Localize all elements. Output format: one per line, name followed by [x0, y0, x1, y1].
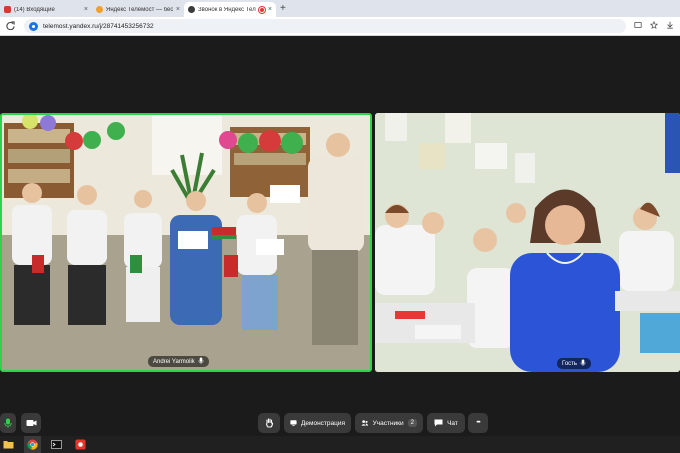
record-app-icon — [75, 439, 86, 450]
call-stage: Andrei Yarmolik Гость — [0, 36, 680, 436]
more-options-icon: ••• — [476, 420, 480, 426]
camera-icon — [26, 420, 36, 426]
address-bar: telemost.yandex.ru/j/28741453256732 — [0, 17, 680, 36]
gmail-favicon-icon — [4, 6, 11, 13]
more-options-button[interactable]: ••• — [468, 413, 488, 433]
mic-icon — [4, 418, 12, 428]
participants-icon — [361, 420, 369, 426]
bookmark-star-icon[interactable] — [649, 20, 659, 31]
participant-video — [375, 113, 680, 372]
raise-hand-button[interactable] — [258, 413, 280, 433]
taskbar-terminal[interactable] — [48, 436, 65, 453]
screen-share-button[interactable]: Демонстрация — [284, 413, 351, 433]
close-tab-icon[interactable]: × — [84, 6, 88, 13]
mic-icon — [580, 359, 586, 368]
telemost-favicon-icon — [188, 6, 195, 13]
taskbar-file-explorer[interactable] — [0, 436, 17, 453]
camera-button[interactable] — [21, 413, 41, 433]
participant-name-badge: Гость — [557, 358, 592, 369]
url-text: telemost.yandex.ru/j/28741453256732 — [43, 22, 154, 30]
browser-tab-telemost-info[interactable]: Яндекс Телемост — бесплатн… × — [92, 2, 184, 17]
chat-button[interactable]: Чат — [427, 413, 465, 433]
participant-video-tile[interactable]: Andrei Yarmolik — [0, 113, 372, 372]
participant-name: Гость — [562, 360, 578, 367]
hand-icon — [265, 418, 273, 428]
download-icon[interactable] — [666, 21, 674, 31]
taskbar-recorder[interactable] — [72, 436, 89, 453]
terminal-icon — [51, 440, 62, 449]
yandex-favicon-icon — [96, 6, 103, 13]
participants-label: Участники — [372, 419, 404, 427]
participant-name-badge: Andrei Yarmolik — [148, 356, 209, 367]
tab-title: Яндекс Телемост — бесплатн… — [106, 6, 173, 13]
close-tab-icon[interactable]: × — [176, 6, 180, 13]
microphone-button[interactable] — [0, 413, 16, 433]
screen-share-icon — [290, 420, 297, 426]
os-taskbar — [0, 436, 680, 453]
tab-title: (14) Входящие — [14, 6, 55, 13]
site-info-icon[interactable] — [29, 21, 38, 31]
participant-video — [2, 115, 370, 370]
mic-icon — [198, 357, 204, 366]
new-tab-button[interactable]: + — [280, 2, 286, 17]
browser-tab-telemost-call[interactable]: Звонок в Яндекс Телемост × — [184, 2, 276, 17]
chrome-icon — [27, 439, 38, 450]
close-tab-icon[interactable]: × — [268, 6, 272, 13]
chat-icon — [434, 419, 443, 427]
call-controls-bar: Демонстрация Участники 2 Чат ••• — [0, 410, 680, 436]
participants-button[interactable]: Участники 2 — [355, 413, 423, 433]
browser-tab-inbox[interactable]: (14) Входящие × — [0, 2, 92, 17]
screen-cast-icon[interactable] — [634, 21, 642, 31]
recording-indicator-icon — [258, 6, 265, 13]
folder-icon — [3, 441, 14, 449]
reload-icon[interactable] — [6, 20, 18, 32]
tab-title: Звонок в Яндекс Телемост — [198, 6, 256, 13]
screen-share-label: Демонстрация — [300, 419, 345, 427]
taskbar-chrome[interactable] — [24, 436, 41, 453]
participant-video-tile[interactable]: Гость — [375, 113, 680, 372]
participants-count-badge: 2 — [407, 419, 417, 427]
participant-name: Andrei Yarmolik — [153, 358, 195, 365]
url-field[interactable]: telemost.yandex.ru/j/28741453256732 — [24, 19, 626, 33]
chat-label: Чат — [447, 419, 458, 427]
browser-tab-strip: (14) Входящие × Яндекс Телемост — беспла… — [0, 0, 680, 17]
